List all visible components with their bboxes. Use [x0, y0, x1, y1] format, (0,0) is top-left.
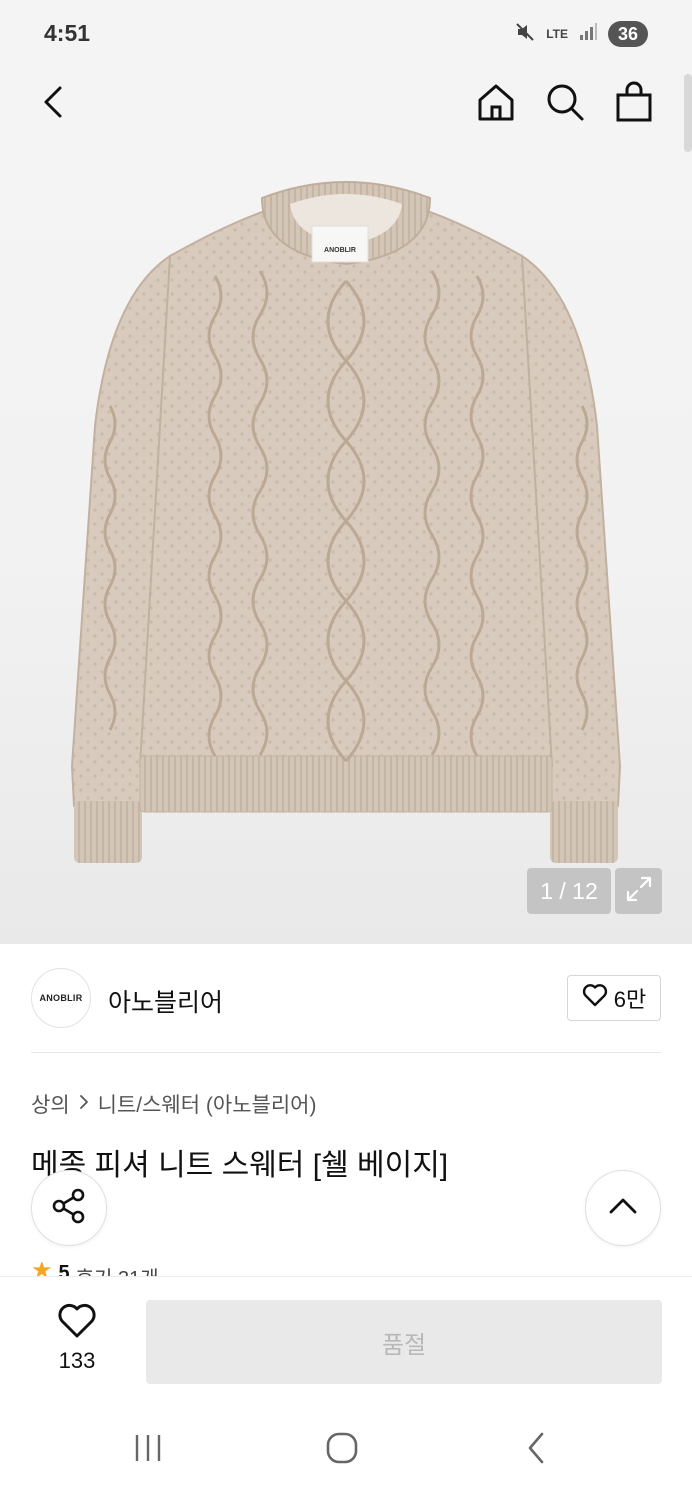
brand-logo[interactable]: ANOBLIR: [31, 968, 91, 1028]
network-type: LTE: [546, 26, 568, 41]
home-button[interactable]: [472, 80, 520, 128]
battery-indicator: 36: [608, 21, 648, 47]
review-count: 후기 31개: [76, 1262, 159, 1276]
back-system-button[interactable]: [516, 1430, 556, 1470]
scroll-to-top-button[interactable]: [585, 1170, 661, 1246]
back-arrow-icon: [524, 1431, 548, 1470]
expand-icon: [624, 874, 654, 909]
search-icon: [544, 81, 586, 128]
brand-like-count: 6만: [613, 987, 647, 1012]
share-icon: [50, 1187, 88, 1230]
brand-like-button[interactable]: 6만: [567, 975, 661, 1021]
chevron-right-icon: [78, 1092, 90, 1116]
image-counter: 1 / 12: [527, 868, 611, 914]
breadcrumb-category[interactable]: 상의: [31, 1089, 70, 1119]
chevron-left-icon: [40, 84, 68, 125]
home-icon: [475, 81, 517, 128]
mute-icon: [514, 21, 536, 48]
heart-icon: [57, 1303, 97, 1344]
back-button[interactable]: [30, 80, 78, 128]
cart-button[interactable]: [610, 80, 658, 128]
breadcrumb-subcategory[interactable]: 니트/스웨터 (아노블리어): [98, 1089, 317, 1119]
status-icons: LTE 36: [514, 20, 648, 48]
product-image-gallery[interactable]: ANOBLIR: [0, 66, 692, 944]
divider: [31, 1052, 661, 1053]
status-time: 4:51: [44, 20, 91, 46]
rating-row[interactable]: ★ 5 후기 31개: [31, 1262, 159, 1276]
wishlist-count: 133: [58, 1348, 96, 1373]
share-button[interactable]: [31, 1170, 107, 1246]
rating-score: 5: [58, 1262, 70, 1276]
soldout-button[interactable]: 품절: [146, 1300, 662, 1384]
brand-name[interactable]: 아노블리어: [108, 983, 223, 1019]
status-bar: 4:51 LTE 36: [0, 0, 692, 66]
breadcrumb: 상의 니트/스웨터 (아노블리어): [31, 1089, 317, 1119]
product-title: 메종 피셔 니트 스웨터 [쉘 베이지]: [31, 1149, 449, 1182]
product-image: ANOBLIR: [70, 181, 622, 863]
recent-apps-icon: [132, 1433, 164, 1468]
garment-label-text: ANOBLIR: [324, 247, 356, 254]
heart-icon: [582, 983, 608, 1013]
chevron-up-icon: [608, 1196, 638, 1221]
expand-image-button[interactable]: [615, 868, 662, 914]
star-icon: ★: [31, 1262, 53, 1276]
home-system-button[interactable]: [322, 1430, 362, 1470]
shopping-bag-icon: [614, 81, 654, 128]
recent-apps-button[interactable]: [128, 1430, 168, 1470]
search-button[interactable]: [541, 80, 589, 128]
top-navigation: [0, 66, 692, 142]
home-circle-icon: [325, 1431, 359, 1470]
wishlist-button[interactable]: 133: [40, 1303, 114, 1375]
signal-icon: [578, 22, 598, 47]
